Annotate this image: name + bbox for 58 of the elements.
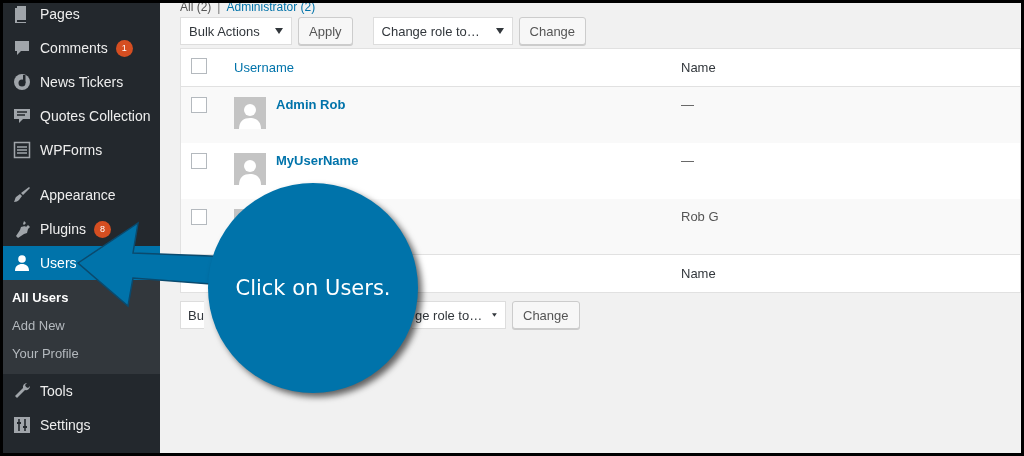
sidebar-item[interactable]: Tools [3, 374, 160, 408]
sidebar-label: Appearance [40, 187, 116, 203]
change-button[interactable]: Change [518, 17, 587, 45]
sidebar-label: Quotes Collection [40, 108, 151, 124]
bulk-actions-dropdown[interactable]: Bu [180, 301, 204, 329]
sliders-icon [12, 415, 32, 435]
speech-bubble-icon [12, 38, 32, 58]
checkbox[interactable] [191, 208, 207, 225]
swirl-icon [12, 72, 32, 92]
column-header: Name [681, 60, 716, 75]
column-header: Name [681, 266, 716, 281]
sidebar-label: Comments [40, 40, 108, 56]
sidebar-item[interactable]: Settings [3, 408, 160, 442]
checkbox[interactable] [191, 152, 207, 169]
checkbox[interactable] [191, 58, 207, 74]
sidebar-label: Settings [40, 417, 91, 433]
sidebar-label: WPForms [40, 142, 103, 158]
separator: | [217, 3, 221, 15]
submenu-item[interactable]: All Users [3, 284, 160, 312]
bulk-actions-dropdown[interactable]: Bulk Actions [180, 17, 292, 45]
sidebar-label: Plugins [40, 221, 86, 237]
person-icon [12, 253, 32, 273]
sidebar-item[interactable]: Comments 1 [3, 31, 160, 65]
username-link[interactable]: MyUserName [276, 152, 359, 168]
table-cell: — [681, 152, 694, 168]
caret-icon [275, 28, 283, 34]
filter-link[interactable]: Administrator (2) [226, 3, 316, 15]
caret-icon [492, 312, 497, 318]
sidebar-label: Users [40, 255, 77, 271]
change-button[interactable]: Change [512, 301, 580, 329]
table-cell: — [681, 97, 694, 112]
quote-bubble-icon [12, 106, 32, 126]
filter-link[interactable]: All (2) [180, 3, 212, 15]
apply-button[interactable]: Apply [298, 17, 353, 45]
sidebar-item[interactable]: Appearance [3, 178, 160, 212]
sidebar-item[interactable]: Quotes Collection [3, 99, 160, 133]
paintbrush-icon [12, 185, 32, 205]
sidebar-item[interactable]: Plugins 8 [3, 212, 160, 246]
caret-icon [495, 28, 504, 34]
checkbox[interactable] [191, 97, 207, 113]
sidebar-item[interactable]: Pages [3, 3, 160, 31]
submenu-item[interactable]: Your Profile [3, 340, 160, 368]
sidebar-item[interactable]: WPForms [3, 133, 160, 167]
count-badge: 8 [93, 220, 111, 238]
column-header[interactable]: Username [234, 60, 294, 75]
sidebar-label: News Tickers [40, 74, 124, 90]
callout-text: Click on Users. [235, 276, 391, 300]
username-link[interactable]: Admin Rob [276, 97, 346, 112]
change-role-dropdown[interactable]: ge role to… [412, 301, 506, 329]
avatar-silhouette-icon [234, 152, 266, 185]
form-icon [12, 140, 32, 160]
count-badge: 1 [115, 39, 133, 57]
table-cell: Rob G [681, 208, 719, 224]
submenu-item[interactable]: Add New [3, 312, 160, 340]
sidebar-item[interactable]: News Tickers [3, 65, 160, 99]
change-role-dropdown[interactable]: Change role to… [372, 17, 513, 45]
sidebar-label: Tools [40, 383, 73, 399]
sidebar-label: Pages [40, 6, 80, 22]
